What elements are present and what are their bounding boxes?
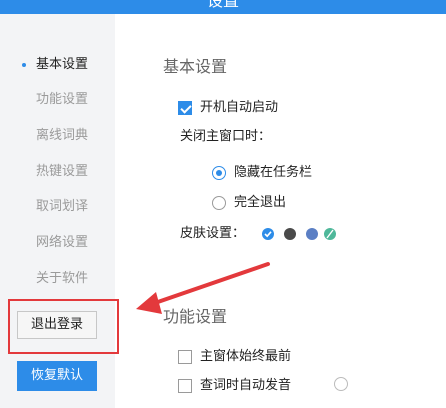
hide-to-taskbar-radio[interactable] bbox=[212, 166, 226, 180]
always-on-top-checkbox[interactable] bbox=[178, 350, 192, 364]
always-on-top-label: 主窗体始终最前 bbox=[200, 349, 292, 364]
skin-swatch-green[interactable] bbox=[324, 228, 336, 240]
hide-to-taskbar-label: 隐藏在任务栏 bbox=[234, 165, 313, 180]
sidebar-item-network[interactable]: 网络设置 bbox=[0, 228, 115, 258]
active-dot-icon bbox=[22, 63, 26, 67]
skin-swatch-dark[interactable] bbox=[284, 228, 296, 240]
sidebar-item-feature[interactable]: 功能设置 bbox=[0, 85, 115, 115]
sidebar-item-hotkey[interactable]: 热键设置 bbox=[0, 157, 115, 187]
autostart-label: 开机自动启动 bbox=[200, 100, 279, 115]
restore-defaults-button[interactable]: 恢复默认 bbox=[17, 361, 97, 391]
autostart-checkbox[interactable] bbox=[178, 101, 192, 115]
leaf-icon bbox=[326, 229, 334, 239]
sidebar-item-label: 功能设置 bbox=[36, 92, 89, 107]
sidebar-item-offline-dict[interactable]: 离线词典 bbox=[0, 121, 115, 151]
partial-radio-button[interactable] bbox=[334, 377, 348, 391]
skin-swatch-blue[interactable] bbox=[262, 228, 274, 240]
skin-swatch-slate-blue[interactable] bbox=[306, 228, 318, 240]
sidebar-item-label: 取词划译 bbox=[36, 199, 89, 214]
sidebar-item-label: 网络设置 bbox=[36, 235, 89, 250]
check-icon bbox=[264, 231, 272, 238]
sidebar-item-label: 基本设置 bbox=[36, 57, 89, 72]
section-title-feature: 功能设置 bbox=[163, 307, 228, 326]
sidebar-item-label: 关于软件 bbox=[36, 271, 89, 286]
section-title-basic: 基本设置 bbox=[163, 57, 228, 76]
logout-button[interactable]: 退出登录 bbox=[17, 311, 97, 339]
sidebar-item-basic[interactable]: 基本设置 bbox=[0, 50, 115, 80]
sidebar: 基本设置 功能设置 离线词典 热键设置 取词划译 网络设置 关于软件 bbox=[0, 14, 115, 408]
exit-completely-label: 完全退出 bbox=[234, 195, 287, 210]
title-bar: 设置 bbox=[0, 0, 446, 14]
feature-options-clip: 主窗体始终最前 查词时自动发音 bbox=[115, 340, 301, 408]
sidebar-item-word-capture[interactable]: 取词划译 bbox=[0, 192, 115, 222]
auto-pronounce-label: 查词时自动发音 bbox=[200, 378, 292, 393]
sidebar-item-label: 热键设置 bbox=[36, 164, 89, 179]
window-title: 设置 bbox=[206, 0, 239, 10]
auto-pronounce-checkbox[interactable] bbox=[178, 379, 192, 393]
skin-label: 皮肤设置： bbox=[180, 226, 246, 241]
sidebar-item-label: 离线词典 bbox=[36, 128, 89, 143]
sidebar-item-about[interactable]: 关于软件 bbox=[0, 264, 115, 294]
close-behavior-label: 关闭主窗口时： bbox=[180, 129, 272, 144]
exit-completely-radio[interactable] bbox=[212, 196, 226, 210]
